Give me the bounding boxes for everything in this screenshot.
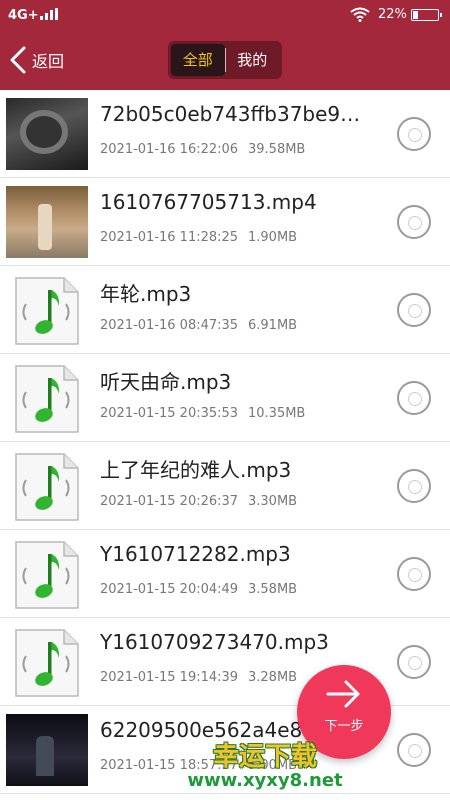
file-name: 1610767705713.mp4 xyxy=(100,190,317,214)
select-radio[interactable] xyxy=(397,381,431,415)
file-size: 1.90MB xyxy=(248,230,298,245)
signal-strength-icon xyxy=(40,8,58,24)
battery-icon xyxy=(411,9,442,21)
navigation-bar: 返回 全部 我的 xyxy=(0,30,450,90)
file-name: 听天由命.mp3 xyxy=(100,370,232,394)
select-radio[interactable] xyxy=(397,733,431,767)
select-radio[interactable] xyxy=(397,469,431,503)
back-button[interactable]: 返回 xyxy=(8,44,64,76)
video-thumbnail xyxy=(6,186,88,258)
select-radio[interactable] xyxy=(397,557,431,591)
battery-level-fill xyxy=(413,11,418,19)
select-radio[interactable] xyxy=(397,293,431,327)
video-thumbnail xyxy=(6,98,88,170)
music-note-icon xyxy=(14,628,80,698)
music-note-icon xyxy=(14,364,80,434)
file-row[interactable]: Y1610712282.mp3 2021-01-15 20:04:49 3.58… xyxy=(0,530,450,618)
file-name: 年轮.mp3 xyxy=(100,282,192,306)
next-step-button[interactable]: 下一步 xyxy=(297,665,391,759)
video-thumbnail xyxy=(6,714,88,786)
status-bar: 4G+ 22% xyxy=(0,0,450,30)
music-note-icon xyxy=(14,452,80,522)
back-label: 返回 xyxy=(32,52,65,71)
file-row[interactable]: 72b05c0eb743ffb37be9… 2021-01-16 16:22:0… xyxy=(0,90,450,178)
file-date: 2021-01-15 18:57:37 xyxy=(100,758,239,773)
file-date: 2021-01-15 20:35:53 xyxy=(100,406,239,421)
file-date: 2021-01-16 08:47:35 xyxy=(100,318,239,333)
file-row[interactable]: 听天由命.mp3 2021-01-15 20:35:53 10.35MB xyxy=(0,354,450,442)
file-size: 3.30MB xyxy=(248,494,298,509)
tab-all[interactable]: 全部 xyxy=(171,44,225,76)
file-name: Y1610712282.mp3 xyxy=(100,542,291,566)
wifi-icon xyxy=(350,7,370,26)
file-size: 3.28MB xyxy=(248,670,298,685)
file-date: 2021-01-15 20:04:49 xyxy=(100,582,239,597)
tab-mine[interactable]: 我的 xyxy=(226,44,280,76)
file-date: 2021-01-15 20:26:37 xyxy=(100,494,239,509)
arrow-right-icon xyxy=(326,680,360,708)
file-date: 2021-01-15 19:14:39 xyxy=(100,670,239,685)
network-indicator: 4G+ xyxy=(8,8,39,23)
next-step-label: 下一步 xyxy=(324,719,364,734)
segmented-control: 全部 我的 xyxy=(168,41,282,79)
file-row[interactable]: 年轮.mp3 2021-01-16 08:47:35 6.91MB xyxy=(0,266,450,354)
file-name: Y1610709273470.mp3 xyxy=(100,630,329,654)
music-note-icon xyxy=(14,540,80,610)
file-size: 3.58MB xyxy=(248,582,298,597)
file-name: 72b05c0eb743ffb37be9… xyxy=(100,102,361,126)
select-radio[interactable] xyxy=(397,645,431,679)
file-size: 5.00MB xyxy=(248,758,298,773)
file-size: 39.58MB xyxy=(248,142,306,157)
select-radio[interactable] xyxy=(397,117,431,151)
file-size: 6.91MB xyxy=(248,318,298,333)
select-radio[interactable] xyxy=(397,205,431,239)
chevron-left-icon xyxy=(10,46,26,74)
file-date: 2021-01-16 16:22:06 xyxy=(100,142,239,157)
file-name: 上了年纪的难人.mp3 xyxy=(100,458,292,482)
file-date: 2021-01-16 11:28:25 xyxy=(100,230,239,245)
tab-divider xyxy=(224,48,226,72)
file-size: 10.35MB xyxy=(248,406,306,421)
file-row[interactable]: 上了年纪的难人.mp3 2021-01-15 20:26:37 3.30MB xyxy=(0,442,450,530)
music-note-icon xyxy=(14,276,80,346)
battery-percentage: 22% xyxy=(378,7,407,22)
file-row[interactable]: 1610767705713.mp4 2021-01-16 11:28:25 1.… xyxy=(0,178,450,266)
